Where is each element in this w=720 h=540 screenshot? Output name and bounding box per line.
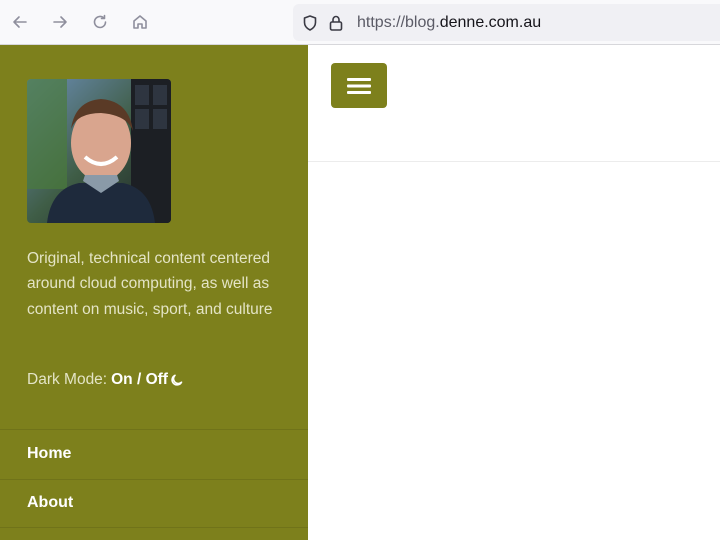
hamburger-menu-icon (347, 77, 371, 94)
moon-icon (171, 374, 183, 386)
dark-mode-row: Dark Mode: On / Off (27, 371, 184, 389)
url-domain: denne.com.au (439, 13, 542, 31)
main-content (308, 45, 720, 540)
sidebar-nav: Home About (0, 429, 308, 528)
dark-mode-toggle[interactable]: On / Off (111, 371, 184, 389)
shield-icon[interactable] (301, 14, 319, 32)
url-text[interactable]: https://blog.denne.com.au (357, 14, 541, 32)
back-button[interactable] (0, 0, 40, 45)
home-icon (133, 15, 147, 29)
site-description: Original, technical content centered aro… (27, 250, 273, 318)
reload-icon (93, 14, 107, 29)
dark-mode-label: Dark Mode: (27, 371, 108, 388)
arrow-left-icon (13, 16, 27, 28)
home-button[interactable] (120, 0, 160, 45)
sidebar-item-about[interactable]: About (0, 478, 308, 528)
url-scheme: https://blog. (357, 13, 440, 31)
avatar (27, 79, 171, 223)
sidebar: Original, technical content centered aro… (0, 45, 308, 540)
arrow-right-icon (53, 16, 67, 28)
menu-button[interactable] (331, 63, 387, 108)
browser-toolbar: https://blog.denne.com.au (0, 0, 720, 45)
reload-button[interactable] (80, 0, 120, 45)
sidebar-item-home[interactable]: Home (0, 429, 308, 479)
page-header (308, 45, 720, 162)
dark-mode-toggle-label: On / Off (111, 371, 168, 388)
lock-icon[interactable] (327, 14, 345, 32)
forward-button[interactable] (40, 0, 80, 45)
url-bar[interactable]: https://blog.denne.com.au (293, 4, 720, 41)
